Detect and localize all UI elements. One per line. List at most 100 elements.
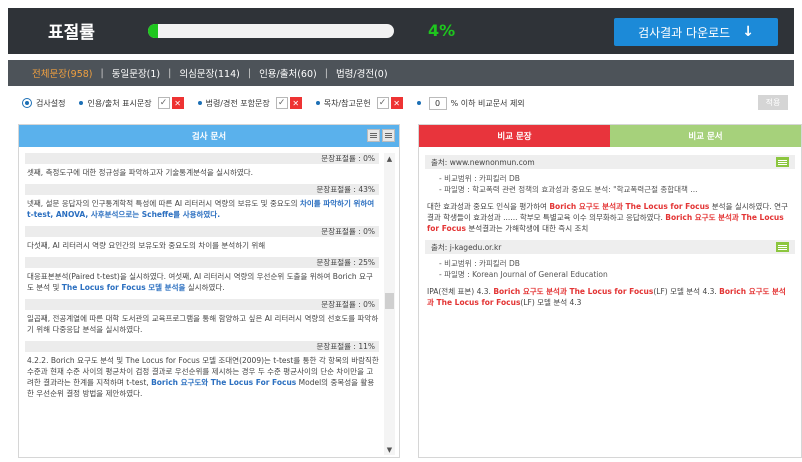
sentence-text: 대응표본분석(Paired t-test)을 실시하였다. 여섯째, AI 리터… [25,271,379,293]
sentence-fragment: 일곱째, 전공계열에 따른 대학 도서관의 교육프로그램을 통해 함양하고 싶은… [27,314,379,334]
exclude-percent-input[interactable]: 0 [428,96,447,110]
filter-tabs: 전체문장(958) | 동일문장(1) | 의심문장(114) | 인용/출처(… [8,60,794,86]
sentence-item[interactable]: 문장표절률 : 11% 4.2.2. Borich 요구도 분석 및 The Lo… [25,341,379,399]
matched-text: The Locus for Focus 모델 분석을 [61,283,186,292]
sentence-rate: 문장표절률 : 0% [25,226,379,237]
comparison-tabs: 비교 문장 비교 문서 [419,125,801,147]
bullet-icon [79,101,84,105]
sentence-rate: 문장표절률 : 11% [25,341,379,352]
source-meta-line: - 비교범위 : 카피킬러 DB [439,174,520,183]
checked-document-header: 검사 문서 [19,125,399,147]
option-citation-exclude[interactable]: ✕ [171,97,184,109]
bullet-icon [416,101,421,105]
source-text: IPA(전체 표본) 4.3. Borich 요구도 분석과 The Locus… [425,284,795,308]
option-toc-check[interactable]: ✓ [376,97,389,109]
plagiarism-percent: 4% [428,21,456,40]
source-header: 출처: j-kagedu.or.kr [425,240,795,254]
option-toc-label: 목차/참고문헌 [323,98,371,108]
apply-button[interactable]: 적용 [758,95,788,110]
matched-text: Borich 요구도 분석과 The Locus for Focus [493,287,654,296]
source-meta: - 비교범위 : 카피킬러 DB - 파일명 : Korean Journal o… [425,254,795,284]
source-url[interactable]: 출처: j-kagedu.or.kr [431,242,501,253]
tab-compare-document[interactable]: 비교 문서 [610,125,801,147]
sentence-text: 넷째, 설문 응답자의 인구통계학적 특성에 따른 AI 리터러시 역량의 보유… [25,198,379,220]
bullet-icon [315,101,320,105]
list-view-icon[interactable] [367,129,380,142]
sentence-rate: 문장표절률 : 25% [25,257,379,268]
download-button-label: 검사결과 다운로드 [638,25,731,40]
exclude-percent-label: % 이하 비교문서 제외 [450,98,525,108]
header-bar: 표절률 4% 검사결과 다운로드 ↓ [8,8,794,54]
settings-radio[interactable] [22,98,32,108]
tab-citations[interactable]: 인용/출처(60) [259,66,317,80]
download-results-button[interactable]: 검사결과 다운로드 ↓ [614,18,778,46]
source-text: 대한 효과성과 중요도 인식을 평가하여 Borich 요구도 분석과 The … [425,199,795,234]
tab-separator: | [247,67,252,79]
matched-text: Borich 요구도와 The Locus For Focus [151,378,297,387]
source-meta-line: - 파일명 : Korean Journal of General Educat… [439,270,608,279]
tab-suspicious-sentences[interactable]: 의심문장(114) [179,66,240,80]
checked-document-body: 문장표절률 : 0% 셋째, 측정도구에 대한 정규성을 파악하고자 기술통계분석… [25,153,379,455]
source-list-icon[interactable] [776,242,789,252]
document-scrollbar[interactable]: ▲ ▼ [384,153,395,455]
option-laws-label: 법령/경전 포함문장 [205,98,270,108]
scroll-up-icon[interactable]: ▲ [384,153,395,164]
checked-document-panel: 검사 문서 문장표절률 : 0% 셋째, 측정도구에 대한 정규성을 파악하고자 … [18,124,400,458]
sentence-fragment: 실시하였다. [185,283,225,292]
option-citation-check[interactable]: ✓ [157,97,170,109]
tab-all-sentences[interactable]: 전체문장(958) [32,66,93,80]
bullet-icon [197,101,202,105]
sentence-text: 다섯째, AI 리터러시 역량 요인간의 보유도와 중요도의 차이를 분석하기 … [25,240,379,251]
sentence-rate: 문장표절률 : 0% [25,153,379,164]
option-laws-exclude[interactable]: ✕ [289,97,302,109]
option-laws-check[interactable]: ✓ [275,97,288,109]
source-header: 출처: www.newnonmun.com [425,155,795,169]
sentence-item[interactable]: 문장표절률 : 0% 일곱째, 전공계열에 따른 대학 도서관의 교육프로그램을 … [25,299,379,335]
tab-compare-sentence[interactable]: 비교 문장 [419,125,610,147]
source-url[interactable]: 출처: www.newnonmun.com [431,157,535,168]
sentence-rate: 문장표절률 : 43% [25,184,379,195]
app-window: 표절률 4% 검사결과 다운로드 ↓ 전체문장(958) | 동일문장(1) |… [0,0,802,462]
tab-separator: | [100,67,104,79]
sentence-item[interactable]: 문장표절률 : 0% 셋째, 측정도구에 대한 정규성을 파악하고자 기술통계분석… [25,153,379,178]
download-arrow-icon: ↓ [742,24,754,40]
sentence-text: 4.2.2. Borich 요구도 분석 및 The Locus for Foc… [25,355,379,399]
progress-fill [148,24,158,38]
source-fragment: (LF) 모델 분석 4.3. [653,287,720,296]
sentence-text: 일곱째, 전공계열에 따른 대학 도서관의 교육프로그램을 통해 함양하고 싶은… [25,313,379,335]
sentence-item[interactable]: 문장표절률 : 25% 대응표본분석(Paired t-test)을 실시하였다.… [25,257,379,293]
scroll-down-icon[interactable]: ▼ [384,444,395,455]
sentence-fragment: 셋째, 측정도구에 대한 정규성을 파악하고자 기술통계분석을 실시하였다. [27,168,254,177]
view-toggle-group [367,129,395,142]
source-meta-line: - 비교범위 : 카피킬러 DB [439,259,520,268]
tab-laws[interactable]: 법령/경전(0) [336,66,388,80]
option-citation-label: 인용/출처 표시문장 [87,98,152,108]
scroll-thumb[interactable] [385,293,394,309]
sentence-item[interactable]: 문장표절률 : 43% 넷째, 설문 응답자의 인구통계학적 특성에 따른 AI … [25,184,379,220]
source-meta-line: - 파일명 : 학교폭력 관련 정책의 효과성과 중요도 분석: "학교폭력근절… [439,185,698,194]
plagiarism-progress-bar [148,24,394,38]
checked-document-title: 검사 문서 [191,132,227,142]
source-meta: - 비교범위 : 카피킬러 DB - 파일명 : 학교폭력 관련 정책의 효과성과… [425,169,795,199]
comparison-body: 출처: www.newnonmun.com - 비교범위 : 카피킬러 DB - 파… [425,155,795,314]
sentence-text: 셋째, 측정도구에 대한 정규성을 파악하고자 기술통계분석을 실시하였다. [25,167,379,178]
tab-separator: | [168,67,172,79]
sentence-fragment: 넷째, 설문 응답자의 인구통계학적 특성에 따른 AI 리터러시 역량의 보유… [27,199,300,208]
matched-text: Borich 요구도 분석과 The Locus for Focus [549,202,710,211]
settings-label: 검사설정 [36,98,66,108]
source-list-icon[interactable] [776,157,789,167]
page-title: 표절률 [48,23,95,43]
sentence-fragment: 다섯째, AI 리터러시 역량 요인간의 보유도와 중요도의 차이를 분석하기 … [27,241,266,250]
sentence-rate: 문장표절률 : 0% [25,299,379,310]
option-toc-exclude[interactable]: ✕ [390,97,403,109]
tab-separator: | [324,67,328,79]
comparison-panel: 비교 문장 비교 문서 출처: www.newnonmun.com - 비교범위 … [418,124,802,458]
tab-identical-sentences[interactable]: 동일문장(1) [112,66,160,80]
grid-view-icon[interactable] [382,129,395,142]
sentence-item[interactable]: 문장표절률 : 0% 다섯째, AI 리터러시 역량 요인간의 보유도와 중요도의… [25,226,379,251]
check-settings-row: 검사설정 인용/출처 표시문장 ✓ ✕ 법령/경전 포함문장 ✓ ✕ 목차/참고… [8,92,794,114]
source-fragment: IPA(전체 표본) 4.3. [427,287,494,296]
source-fragment: 대한 효과성과 중요도 인식을 평가하여 [427,202,550,211]
source-fragment: 분석결과는 가해학생에 대한 즉시 조치 [465,224,589,233]
source-block: 출처: www.newnonmun.com - 비교범위 : 카피킬러 DB - 파… [425,155,795,234]
